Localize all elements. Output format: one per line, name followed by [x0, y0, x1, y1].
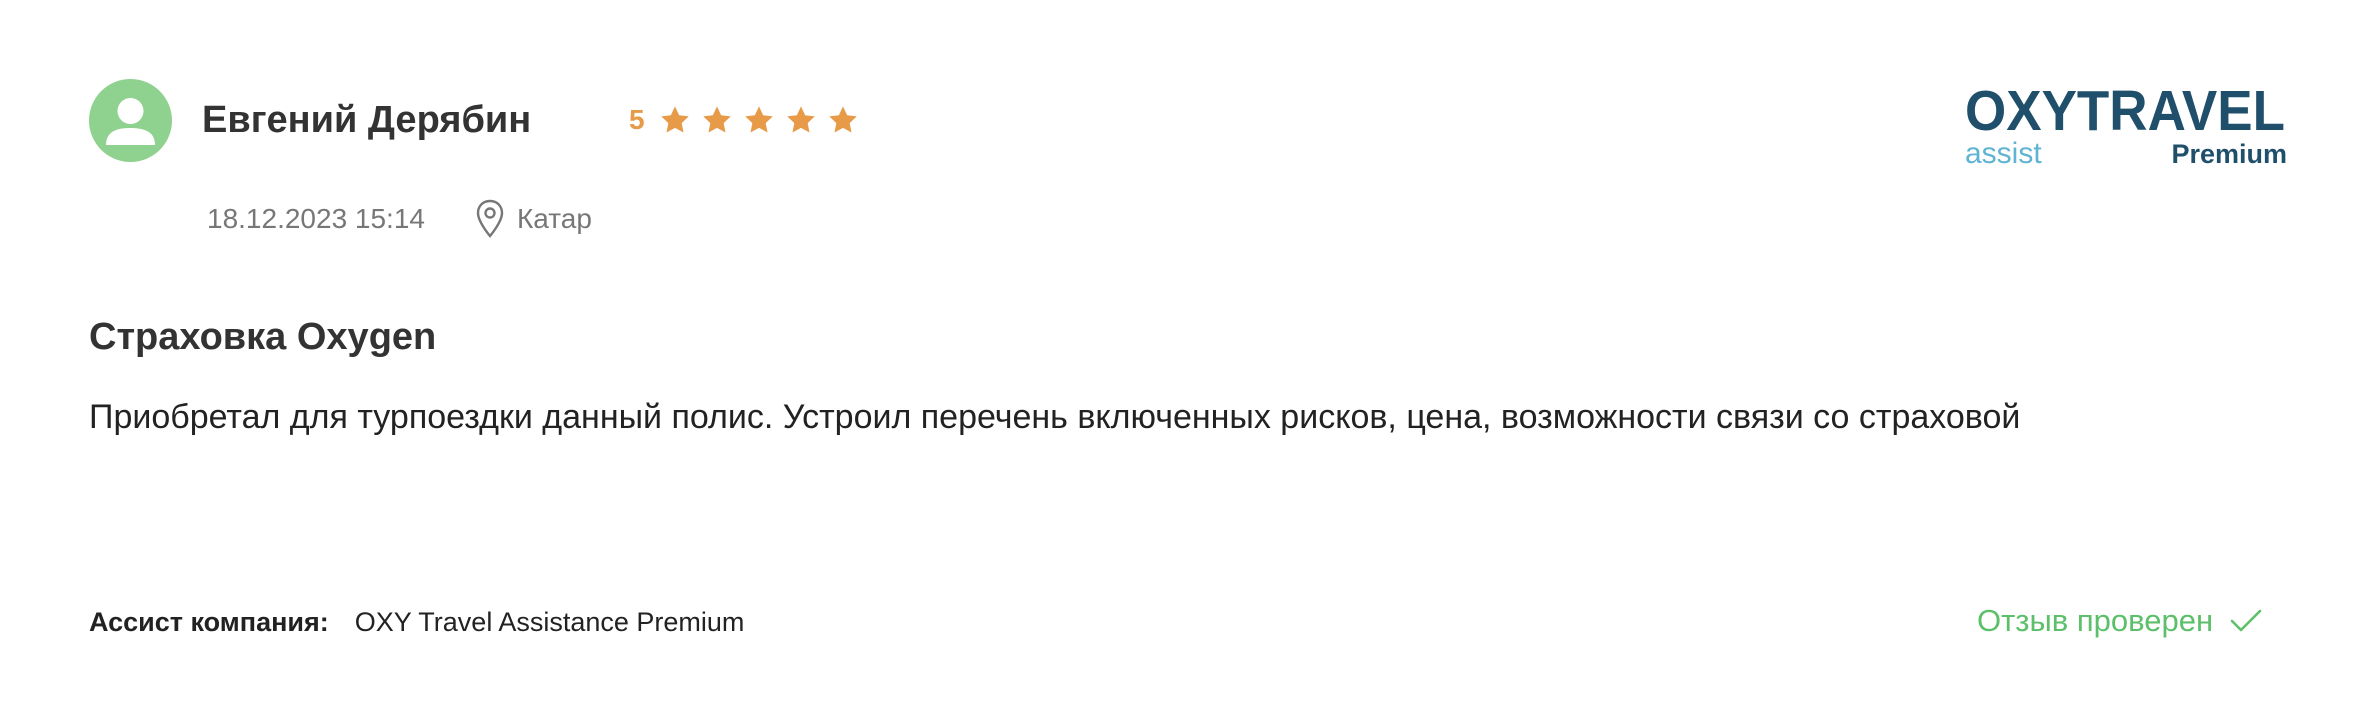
location-text: Катар [517, 203, 592, 234]
logo-brand: OXYTRAVEL [1965, 79, 2285, 143]
star-icon [660, 106, 689, 133]
rating-value: 5 [629, 104, 645, 135]
company-logo: OXYTRAVEL assist Premium [1965, 78, 2295, 170]
checkmark-icon [2230, 609, 2262, 632]
review-card: Евгений Дерябин 5 18.12.2023 15:14 Катар… [0, 0, 2358, 712]
user-avatar-icon [89, 79, 172, 162]
review-title: Страховка Oxygen [89, 316, 437, 358]
star-icon [786, 106, 815, 133]
location: Катар [475, 198, 592, 240]
assist-company-value: OXY Travel Assistance Premium [354, 606, 745, 637]
map-pin-icon [476, 199, 504, 238]
assist-company-label: Ассист компания: [89, 606, 329, 637]
verified-label: Отзыв проверен [1977, 603, 2214, 638]
author-name: Евгений Дерябин [202, 99, 532, 141]
logo-assist: assist [1965, 137, 2042, 170]
review-text: Приобретал для турпоездки данный полис. … [89, 398, 2021, 436]
verified-badge: Отзыв проверен [1977, 600, 2263, 642]
rating: 5 [629, 100, 869, 140]
assist-company: Ассист компания: OXY Travel Assistance P… [89, 603, 744, 641]
star-icon [702, 106, 731, 133]
star-icon [744, 106, 773, 133]
star-icon [828, 106, 857, 133]
logo-premium: Premium [2171, 139, 2287, 169]
review-date: 18.12.2023 15:14 [207, 203, 425, 234]
